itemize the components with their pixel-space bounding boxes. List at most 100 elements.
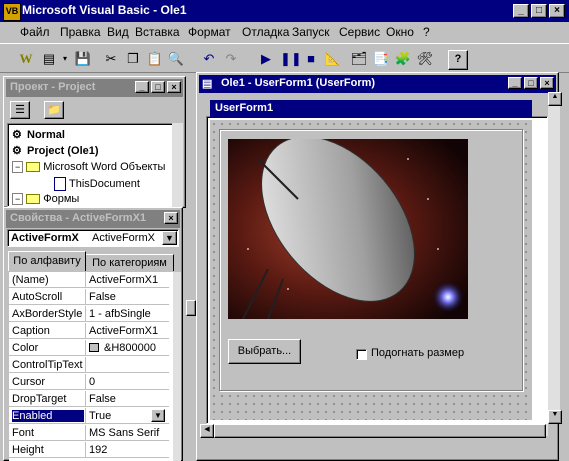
maximize-button[interactable]: □ (531, 4, 547, 18)
userform-minimize-button[interactable]: _ (508, 77, 522, 89)
menu-debug[interactable]: Отладка (242, 25, 289, 39)
userform-close-button[interactable]: × (540, 77, 554, 89)
tree-item-word-objects[interactable]: − Microsoft Word Объекты (12, 161, 165, 173)
project-minimize-button[interactable]: _ (135, 81, 149, 93)
properties-grid[interactable]: (Name) ActiveFormX1 AutoScroll False AxBorde… (9, 272, 174, 461)
select-button[interactable]: Выбрать... (228, 339, 301, 364)
menu-edit[interactable]: Правка (60, 25, 101, 39)
word-icon[interactable]: W (17, 50, 35, 68)
app-title-bar[interactable]: VB Microsoft Visual Basic - Ole1 _ □ × (0, 0, 569, 22)
property-row[interactable]: (Name) ActiveFormX1 (9, 272, 169, 288)
toolbox-icon[interactable]: 🛠 (416, 50, 434, 68)
collapse-icon[interactable]: − (12, 193, 24, 205)
cut-icon[interactable]: ✂ (102, 50, 120, 68)
menu-help[interactable]: ? (423, 25, 430, 39)
project-maximize-button[interactable]: □ (151, 81, 165, 93)
properties-title-bar[interactable]: Свойства - ActiveFormX1 × (6, 210, 180, 228)
project-title-bar[interactable]: Проект - Project _ □ × (6, 79, 183, 97)
menu-view[interactable]: Вид (107, 25, 129, 39)
reset-icon[interactable]: ■ (302, 50, 320, 68)
property-value[interactable]: False (89, 291, 169, 303)
property-row[interactable]: DropTarget False (9, 391, 169, 407)
property-name: DropTarget (12, 393, 67, 405)
close-button[interactable]: × (549, 4, 565, 18)
help-icon[interactable]: ? (448, 50, 468, 70)
menu-tools[interactable]: Сервис (339, 25, 380, 39)
dropdown-arrow-icon[interactable]: ▾ (56, 50, 74, 68)
property-value[interactable]: False (89, 393, 169, 405)
collapse-icon[interactable]: − (12, 161, 24, 173)
userform-maximize-button[interactable]: □ (524, 77, 538, 89)
property-row[interactable]: ▼ Enabled True (9, 408, 169, 424)
view-code-icon[interactable]: ☰ (10, 101, 30, 119)
vba-app-icon[interactable]: VB (3, 3, 21, 21)
property-value[interactable]: 1 - afbSingle (89, 308, 169, 320)
scroll-left-icon[interactable]: ◀ (200, 424, 214, 438)
object-combo[interactable]: ActiveFormX ActiveFormX ▼ (7, 229, 179, 247)
redo-icon[interactable]: ↷ (222, 50, 240, 68)
minimize-button[interactable]: _ (513, 4, 529, 18)
color-swatch (89, 343, 99, 352)
property-row[interactable]: AutoScroll False (9, 289, 169, 305)
undo-icon[interactable]: ↶ (200, 50, 218, 68)
toggle-folders-icon[interactable]: 📁 (44, 101, 64, 119)
property-value[interactable]: ActiveFormX1 (89, 325, 169, 337)
property-name: AutoScroll (12, 291, 63, 303)
property-name: Enabled (12, 410, 84, 422)
menu-run[interactable]: Запуск (292, 25, 330, 39)
property-value[interactable]: MS Sans Serif (89, 427, 169, 439)
properties-window-icon[interactable]: 📑 (372, 50, 390, 68)
property-row[interactable]: Color &H800000 (9, 340, 169, 356)
horizontal-scroll-thumb[interactable] (214, 424, 546, 438)
satellite-dish-image (228, 139, 468, 319)
project-scrollbar[interactable] (172, 123, 183, 207)
menu-format[interactable]: Формат (188, 25, 231, 39)
save-icon[interactable]: 💾 (74, 50, 92, 68)
property-row[interactable]: Height 192 (9, 442, 169, 458)
object-browser-icon[interactable]: 🧩 (394, 50, 412, 68)
property-name: AxBorderStyle (12, 308, 83, 320)
property-value[interactable]: 0 (89, 376, 169, 388)
paste-icon[interactable]: 📋 (146, 50, 164, 68)
fit-size-checkbox[interactable] (356, 349, 367, 360)
property-row[interactable]: ControlTipText (9, 357, 169, 373)
tab-alphabetical[interactable]: По алфавиту (8, 251, 86, 271)
tree-item-project[interactable]: ⚙ Project (Ole1) (12, 145, 99, 157)
property-name: Caption (12, 325, 50, 337)
property-row[interactable]: Font MS Sans Serif (9, 425, 169, 441)
copy-icon[interactable]: ❐ (124, 50, 142, 68)
break-icon[interactable]: ❚❚ (280, 50, 302, 68)
property-row[interactable]: AxBorderStyle 1 - afbSingle (9, 306, 169, 322)
property-row[interactable]: Caption ActiveFormX1 (9, 323, 169, 339)
property-value[interactable]: &H800000 (104, 342, 174, 354)
userform-caption-bar[interactable]: UserForm1 (210, 100, 532, 118)
scroll-down-icon[interactable]: ▼ (548, 410, 562, 424)
property-value[interactable]: True (89, 410, 169, 422)
run-icon[interactable]: ▶ (257, 50, 275, 68)
form-vertical-scrollbar[interactable]: ▲ ▼ (548, 92, 562, 424)
vba-project-icon: ⚙ (12, 145, 22, 158)
property-value[interactable]: 192 (89, 444, 169, 456)
menu-insert[interactable]: Вставка (135, 25, 180, 39)
property-row[interactable]: Cursor 0 (9, 374, 169, 390)
tree-item-forms[interactable]: − Формы (12, 193, 79, 205)
design-mode-icon[interactable]: 📐 (324, 50, 342, 68)
vba-project-icon: ⚙ (12, 129, 22, 142)
scroll-up-icon[interactable]: ▲ (548, 92, 562, 106)
properties-close-button[interactable]: × (164, 212, 178, 224)
project-tree[interactable]: ⚙ Normal ⚙ Project (Ole1) − Microsoft Word … (7, 123, 177, 207)
tree-item-normal[interactable]: ⚙ Normal (12, 129, 65, 141)
chevron-down-icon[interactable]: ▼ (162, 231, 177, 245)
menu-file[interactable]: Файл (20, 25, 50, 39)
userform-title-bar[interactable]: ▤ Ole1 - UserForm1 (UserForm) _ □ × (199, 75, 556, 93)
tab-categorized[interactable]: По категориям (86, 254, 174, 271)
project-close-button[interactable]: × (167, 81, 181, 93)
tree-item-thisdocument[interactable]: ThisDocument (54, 177, 140, 191)
form-horizontal-scrollbar[interactable]: ◀ (200, 424, 548, 438)
app-title: Microsoft Visual Basic - Ole1 (22, 3, 187, 17)
property-value[interactable]: ActiveFormX1 (89, 274, 169, 286)
project-explorer-icon[interactable]: 🗂 (350, 50, 368, 68)
properties-scrollbar[interactable] (173, 272, 181, 461)
menu-window[interactable]: Окно (386, 25, 414, 39)
find-icon[interactable]: 🔍 (167, 50, 185, 68)
